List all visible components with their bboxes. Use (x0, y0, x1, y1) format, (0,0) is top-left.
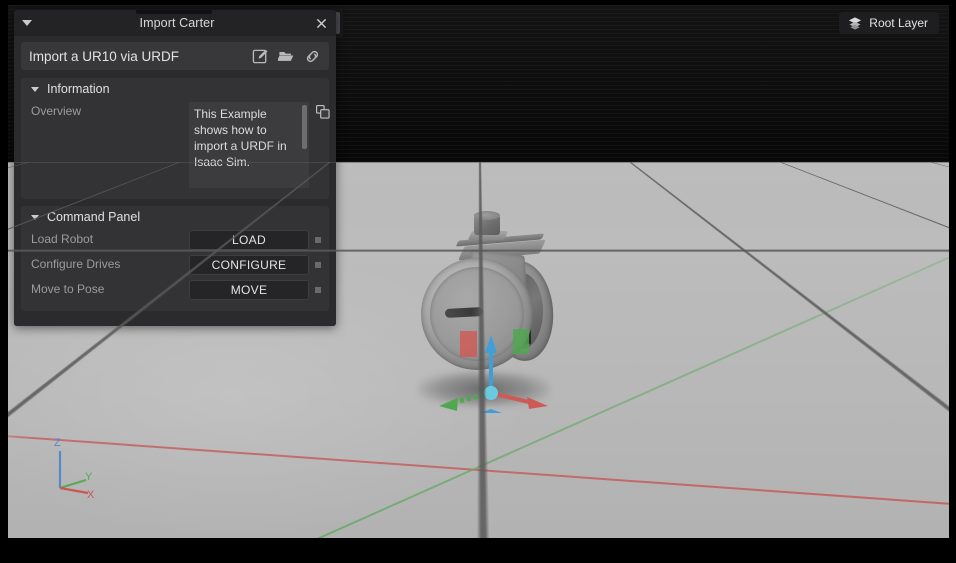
gizmo-plane-xy-handle[interactable] (480, 409, 502, 413)
row-configure-drives-label: Configure Drives (31, 257, 121, 271)
section-command-panel-header[interactable]: Command Panel (21, 206, 329, 228)
move-row-handle[interactable] (315, 287, 321, 293)
root-layer-label: Root Layer (869, 16, 928, 30)
overview-scrollbar-thumb[interactable] (302, 105, 307, 149)
axis-gizmo-x-line (59, 486, 89, 495)
caret-down-icon (22, 20, 32, 26)
application-window: Z Y X Root Layer Import Carter Import a … (0, 0, 956, 563)
panel-body: Import a UR10 via URDF Information Overv… (14, 36, 336, 326)
open-folder-icon[interactable] (278, 48, 295, 65)
axis-orientation-gizmo[interactable]: Z Y X (38, 433, 108, 503)
move-button[interactable]: MOVE (189, 280, 309, 300)
robot-lidar-sensor-top (474, 211, 500, 220)
section-information: Information Overview This Example shows … (21, 78, 330, 199)
axis-gizmo-x-label: X (87, 489, 95, 501)
edit-icon[interactable] (252, 48, 269, 65)
caret-down-icon (31, 86, 39, 92)
axis-gizmo-y-line (59, 478, 87, 490)
row-move-to-pose: Move to Pose MOVE (31, 280, 321, 300)
caret-down-icon (31, 214, 39, 220)
overview-textbox[interactable]: This Example shows how to import a URDF … (189, 102, 309, 188)
close-icon (316, 18, 326, 28)
row-move-to-pose-label: Move to Pose (31, 282, 105, 296)
row-move-to-pose-control: MOVE (189, 280, 321, 300)
panel-collapse-button[interactable] (14, 20, 40, 26)
panel-subtitle-bar: Import a UR10 via URDF (21, 42, 329, 70)
row-configure-drives-control: CONFIGURE (189, 255, 321, 275)
section-information-body: Overview This Example shows how to impor… (21, 100, 330, 195)
row-overview-label: Overview (31, 104, 82, 118)
row-load-robot: Load Robot LOAD (31, 230, 321, 250)
root-layer-button[interactable]: Root Layer (839, 12, 939, 34)
section-command-panel-title: Command Panel (47, 210, 141, 224)
link-icon[interactable] (304, 48, 321, 65)
panel-title: Import Carter (139, 16, 215, 30)
configure-button[interactable]: CONFIGURE (189, 255, 309, 275)
row-load-robot-control: LOAD (189, 230, 321, 250)
overview-text: This Example shows how to import a URDF … (194, 107, 292, 188)
load-button[interactable]: LOAD (189, 230, 309, 250)
configure-row-handle[interactable] (315, 262, 321, 268)
panel-close-button[interactable] (312, 14, 330, 32)
axis-gizmo-z-label: Z (54, 437, 61, 449)
row-configure-drives: Configure Drives CONFIGURE (31, 255, 321, 275)
section-command-panel: Command Panel Load Robot LOAD Configure … (21, 206, 329, 311)
row-overview-control: This Example shows how to import a URDF … (189, 102, 333, 188)
load-row-handle[interactable] (315, 237, 321, 243)
section-information-title: Information (47, 82, 110, 96)
panel-titlebar-notch (136, 10, 212, 14)
row-overview: Overview This Example shows how to impor… (31, 102, 330, 188)
axis-gizmo-y-label: Y (85, 471, 93, 483)
panel-subtitle-icons (252, 48, 321, 65)
robot-shadow (418, 371, 550, 407)
row-load-robot-label: Load Robot (31, 232, 94, 246)
layers-icon (849, 17, 862, 30)
section-information-header[interactable]: Information (21, 78, 329, 100)
panel-titlebar[interactable]: Import Carter (14, 10, 336, 36)
carter-robot[interactable] (413, 211, 573, 413)
copy-icon (316, 105, 330, 119)
section-command-panel-body: Load Robot LOAD Configure Drives CONFIGU… (21, 228, 329, 307)
overview-copy-button[interactable] (315, 104, 333, 122)
import-carter-panel: Import Carter Import a UR10 via URDF Inf… (14, 10, 336, 326)
panel-subtitle-label: Import a UR10 via URDF (29, 48, 180, 64)
